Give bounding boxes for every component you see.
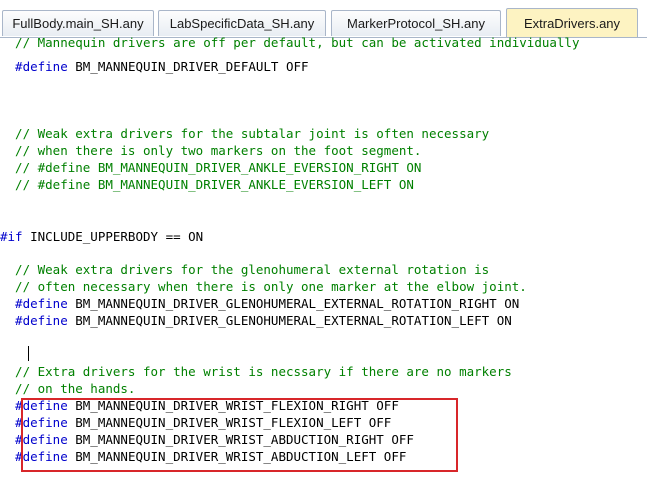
tab-extradrivers[interactable]: ExtraDrivers.any [506,8,638,38]
code-line-comment: // #define BM_MANNEQUIN_DRIVER_ANKLE_EVE… [0,160,422,175]
code-line-define: #define BM_MANNEQUIN_DRIVER_GLENOHUMERAL… [0,295,519,312]
tab-fullbody-main[interactable]: FullBody.main_SH.any [2,10,154,36]
define-keyword: #define [0,313,68,328]
code-line-comment: // when there is only two markers on the… [0,143,422,158]
tab-bar: FullBody.main_SH.any LabSpecificData_SH.… [0,0,647,38]
code-line-define: #define BM_MANNEQUIN_DRIVER_GLENOHUMERAL… [0,312,512,329]
text-caret [28,346,29,361]
if-condition: INCLUDE_UPPERBODY == ON [22,229,204,244]
code-line-comment: // Weak extra drivers for the subtalar j… [0,126,490,141]
define-keyword: #define [0,296,68,311]
code-line-comment: // Mannequin drivers are off per default… [0,35,580,50]
code-line-define: #define BM_MANNEQUIN_DRIVER_DEFAULT OFF [0,58,309,75]
code-line-if: #if INCLUDE_UPPERBODY == ON [0,228,203,245]
tab-labspecificdata[interactable]: LabSpecificData_SH.any [158,10,326,36]
define-body: BM_MANNEQUIN_DRIVER_DEFAULT OFF [67,59,309,74]
define-body: BM_MANNEQUIN_DRIVER_GLENOHUMERAL_EXTERNA… [67,313,512,328]
code-line-comment: // Extra drivers for the wrist is necssa… [0,364,512,379]
code-line-comment: // often necessary when there is only on… [0,279,527,294]
tab-markerprotocol[interactable]: MarkerProtocol_SH.any [331,10,501,36]
code-line-comment: // #define BM_MANNEQUIN_DRIVER_ANKLE_EVE… [0,177,414,192]
define-keyword: #define [0,59,68,74]
code-line-comment: // on the hands. [0,381,136,396]
highlight-box [21,398,458,472]
if-keyword: #if [0,229,23,244]
define-body: BM_MANNEQUIN_DRIVER_GLENOHUMERAL_EXTERNA… [67,296,520,311]
code-line-comment: // Weak extra drivers for the glenohumer… [0,262,490,277]
